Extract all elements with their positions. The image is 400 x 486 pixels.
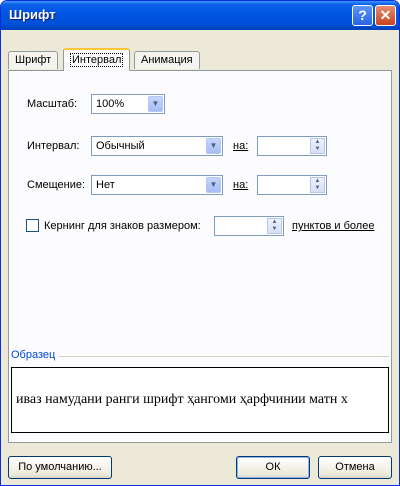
tab-font-label: Шрифт [15,54,52,66]
chevron-down-icon[interactable]: ▼ [206,138,221,154]
preview-box: иваз намудани ранги шрифт ҳангоми ҳарфчи… [11,367,389,433]
spacing-select[interactable]: Обычный ▼ [91,136,223,156]
close-icon: ✕ [379,7,392,23]
font-dialog: Шрифт ? ✕ Шрифт Интервал Анимация Масшта… [0,0,400,486]
ok-button-label: ОК [265,461,281,473]
tab-spacing[interactable]: Интервал [63,48,131,71]
ok-button[interactable]: ОК [236,456,310,479]
kerning-suffix: пунктов и более [292,220,375,232]
help-icon: ? [358,7,367,23]
position-label: Смещение: [27,179,86,191]
default-button-label: По умолчанию... [18,461,102,473]
default-button[interactable]: По умолчанию... [8,456,112,479]
tab-animation[interactable]: Анимация [134,51,200,69]
position-by-label: на: [233,179,249,191]
title-bar[interactable]: Шрифт ? ✕ [1,1,399,30]
up-down-icon[interactable]: ▲ ▼ [310,138,325,154]
spacing-by-label: на: [233,140,249,152]
position-value: Нет [96,179,115,191]
preview-divider [59,356,389,357]
window-title: Шрифт [9,7,56,22]
spacing-label: Интервал: [27,140,80,152]
kerning-size-input[interactable]: ▲ ▼ [214,216,284,236]
help-button[interactable]: ? [352,5,373,26]
spacing-value: Обычный [96,140,145,152]
position-by-input[interactable]: ▲ ▼ [257,175,327,195]
preview-text: иваз намудани ранги шрифт ҳангоми ҳарфчи… [16,392,348,407]
chevron-down-icon[interactable]: ▼ [148,96,163,112]
tab-animation-label: Анимация [141,54,193,66]
scale-label: Масштаб: [27,98,78,110]
up-down-icon[interactable]: ▲ ▼ [310,177,325,193]
cancel-button-label: Отмена [335,461,375,473]
scale-value: 100% [96,98,125,110]
tab-font[interactable]: Шрифт [8,51,59,69]
cancel-button[interactable]: Отмена [318,456,392,479]
tab-spacing-label: Интервал [70,53,124,67]
up-down-icon[interactable]: ▲ ▼ [267,218,282,234]
kerning-label[interactable]: Кернинг для знаков размером: [44,220,201,232]
spacing-by-input[interactable]: ▲ ▼ [257,136,327,156]
kerning-checkbox[interactable] [26,219,39,232]
preview-group-label: Образец [11,349,56,361]
close-button[interactable]: ✕ [375,5,396,26]
position-select[interactable]: Нет ▼ [91,175,223,195]
chevron-down-icon[interactable]: ▼ [206,177,221,193]
spacing-panel: Масштаб: 100% ▼ Интервал: Обычный ▼ на: … [8,70,392,443]
scale-select[interactable]: 100% ▼ [91,94,165,114]
